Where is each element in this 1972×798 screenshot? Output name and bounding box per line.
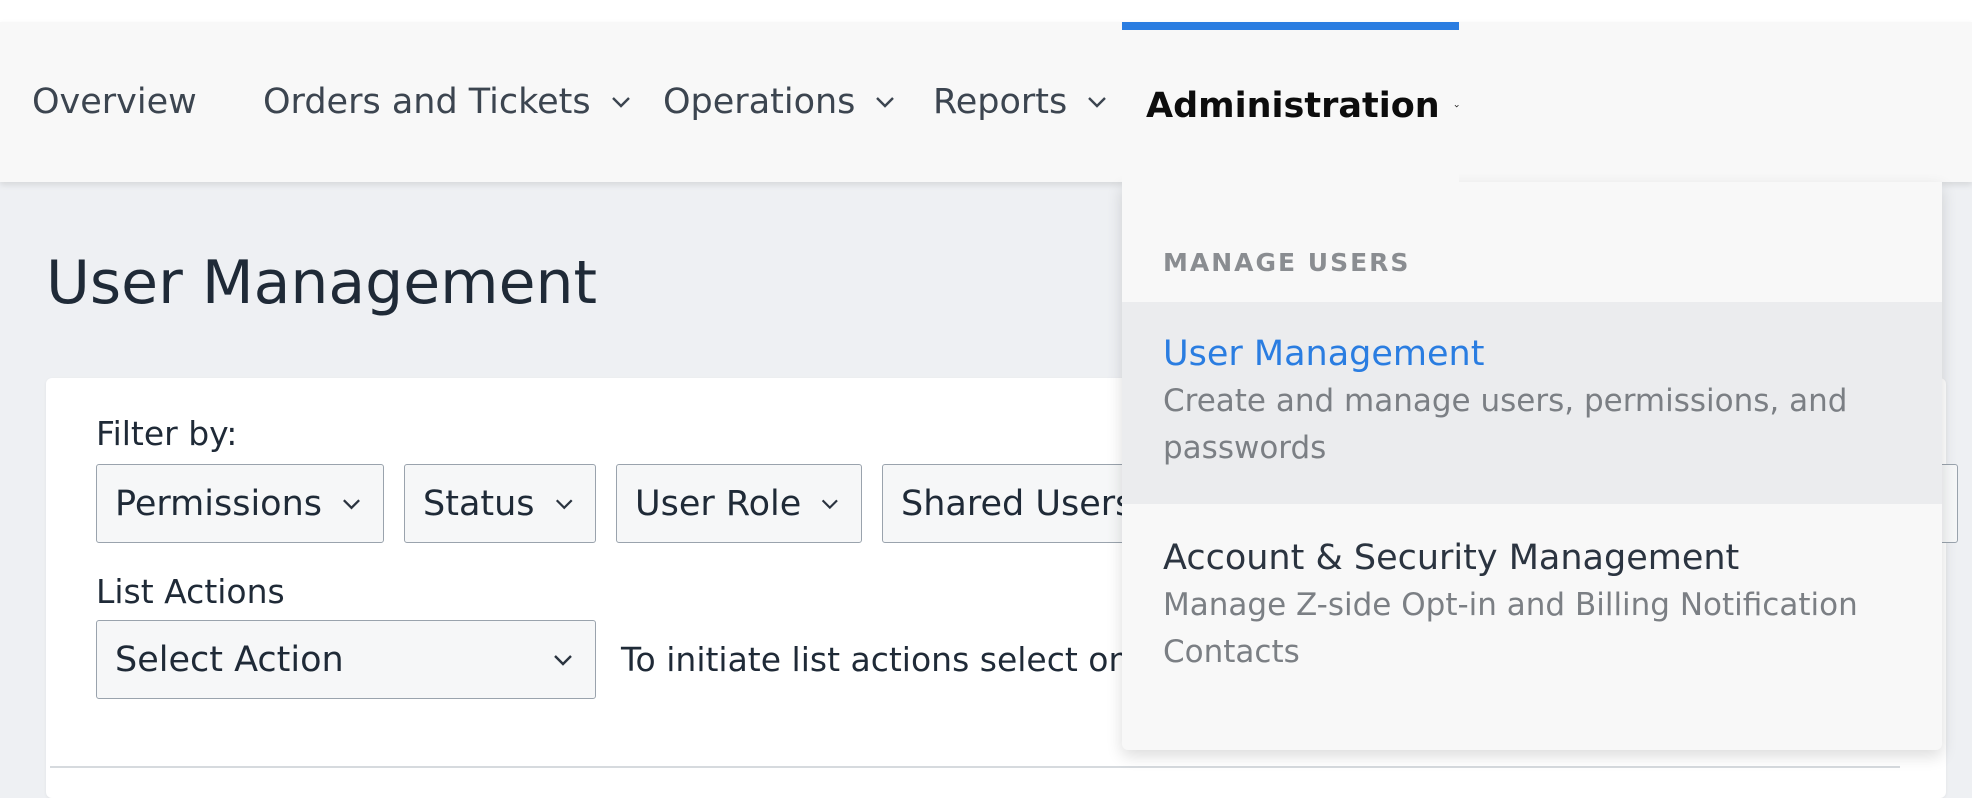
user-role-filter-select[interactable]: User Role [616, 464, 862, 543]
list-action-select[interactable]: Select Action [96, 620, 596, 699]
chevron-down-icon [1088, 97, 1107, 108]
nav-item-orders-and-tickets[interactable]: Orders and Tickets [263, 22, 633, 182]
chevron-down-icon [343, 498, 360, 509]
page-title: User Management [46, 248, 598, 318]
nav-item-administration[interactable]: Administration [1122, 22, 1459, 182]
menu-item-user-management[interactable]: User Management Create and manage users,… [1122, 302, 1942, 504]
nav-item-label: Orders and Tickets [263, 82, 591, 122]
menu-item-title: User Management [1163, 334, 1485, 374]
nav-item-reports[interactable]: Reports [933, 22, 1109, 182]
chevron-down-icon [1454, 104, 1459, 108]
chevron-down-icon [611, 97, 630, 108]
main-nav: Overview Orders and Tickets Operations R… [0, 22, 1972, 182]
list-actions-label: List Actions [96, 572, 285, 611]
select-label: Status [423, 483, 535, 524]
chevron-down-icon [554, 654, 572, 666]
menu-item-title: Account & Security Management [1163, 538, 1740, 578]
filter-label: Filter by: [96, 414, 238, 453]
chevron-down-icon [876, 97, 895, 108]
select-value: Select Action [115, 639, 344, 680]
select-label: Permissions [115, 483, 323, 524]
nav-item-label: Operations [663, 82, 856, 122]
nav-item-label: Overview [32, 82, 197, 122]
content-divider [50, 766, 1900, 768]
nav-item-label: Reports [933, 82, 1068, 122]
dropdown-section-heading: MANAGE USERS [1163, 248, 1411, 277]
menu-item-description: Create and manage users, permissions, an… [1163, 383, 1848, 466]
list-actions-hint: To initiate list actions select on [621, 640, 1130, 679]
nav-item-operations[interactable]: Operations [663, 22, 897, 182]
permissions-filter-select[interactable]: Permissions [96, 464, 384, 543]
administration-dropdown-menu: MANAGE USERS User Management Create and … [1122, 182, 1942, 750]
select-label: Shared Users [901, 483, 1134, 524]
menu-item-account-security-management[interactable]: Account & Security Management Manage Z-s… [1122, 504, 1942, 710]
nav-item-label: Administration [1146, 86, 1440, 126]
top-strip [0, 0, 1972, 23]
nav-item-overview[interactable]: Overview [32, 22, 197, 182]
select-label: User Role [635, 483, 802, 524]
menu-item-description: Manage Z-side Opt-in and Billing Notific… [1163, 587, 1858, 670]
chevron-down-icon [822, 499, 839, 509]
status-filter-select[interactable]: Status [404, 464, 596, 543]
chevron-down-icon [555, 498, 573, 509]
